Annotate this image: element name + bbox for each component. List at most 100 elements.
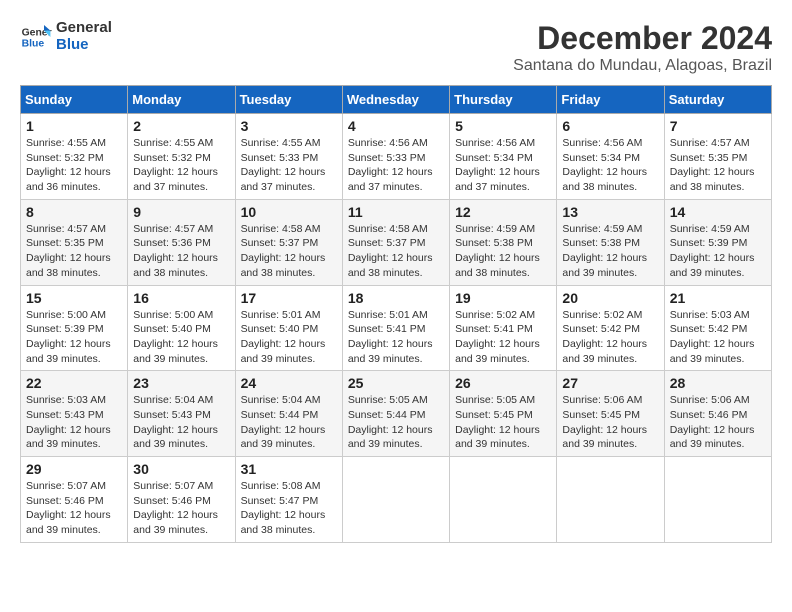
location-subtitle: Santana do Mundau, Alagoas, Brazil <box>513 57 772 75</box>
day-info: Sunrise: 4:59 AMSunset: 5:38 PMDaylight:… <box>562 222 658 281</box>
header-thursday: Thursday <box>450 86 557 114</box>
day-number: 2 <box>133 118 229 134</box>
day-number: 5 <box>455 118 551 134</box>
day-info: Sunrise: 4:56 AMSunset: 5:34 PMDaylight:… <box>562 136 658 195</box>
day-info: Sunrise: 4:57 AMSunset: 5:35 PMDaylight:… <box>26 222 122 281</box>
calendar-cell: 6 Sunrise: 4:56 AMSunset: 5:34 PMDaylight… <box>557 114 664 200</box>
day-number: 7 <box>670 118 766 134</box>
calendar-cell: 3 Sunrise: 4:55 AMSunset: 5:33 PMDaylight… <box>235 114 342 200</box>
day-info: Sunrise: 5:03 AMSunset: 5:42 PMDaylight:… <box>670 308 766 367</box>
day-info: Sunrise: 4:56 AMSunset: 5:33 PMDaylight:… <box>348 136 444 195</box>
calendar-cell: 2Sunrise: 4:55 AMSunset: 5:32 PMDaylight… <box>128 114 235 200</box>
calendar-cell: 7 Sunrise: 4:57 AMSunset: 5:35 PMDaylight… <box>664 114 771 200</box>
day-number: 15 <box>26 290 122 306</box>
day-info: Sunrise: 5:07 AMSunset: 5:46 PMDaylight:… <box>26 479 122 538</box>
calendar-header-row: Sunday Monday Tuesday Wednesday Thursday… <box>21 86 772 114</box>
month-title: December 2024 <box>513 20 772 57</box>
day-number: 1 <box>26 118 122 134</box>
day-info: Sunrise: 5:07 AMSunset: 5:46 PMDaylight:… <box>133 479 229 538</box>
calendar-cell: 17 Sunrise: 5:01 AMSunset: 5:40 PMDayligh… <box>235 285 342 371</box>
day-info: Sunrise: 4:57 AMSunset: 5:35 PMDaylight:… <box>670 136 766 195</box>
day-info: Sunrise: 5:04 AMSunset: 5:44 PMDaylight:… <box>241 393 337 452</box>
calendar-week-4: 22 Sunrise: 5:03 AMSunset: 5:43 PMDayligh… <box>21 371 772 457</box>
day-number: 20 <box>562 290 658 306</box>
day-info: Sunrise: 5:05 AMSunset: 5:44 PMDaylight:… <box>348 393 444 452</box>
day-info: Sunrise: 5:05 AMSunset: 5:45 PMDaylight:… <box>455 393 551 452</box>
day-info: Sunrise: 4:58 AMSunset: 5:37 PMDaylight:… <box>348 222 444 281</box>
calendar-cell: 8 Sunrise: 4:57 AMSunset: 5:35 PMDaylight… <box>21 199 128 285</box>
day-number: 16 <box>133 290 229 306</box>
day-number: 25 <box>348 375 444 391</box>
day-number: 18 <box>348 290 444 306</box>
day-info: Sunrise: 5:02 AMSunset: 5:41 PMDaylight:… <box>455 308 551 367</box>
calendar-cell: 25 Sunrise: 5:05 AMSunset: 5:44 PMDayligh… <box>342 371 449 457</box>
calendar-cell <box>450 457 557 543</box>
header-monday: Monday <box>128 86 235 114</box>
day-info: Sunrise: 4:56 AMSunset: 5:34 PMDaylight:… <box>455 136 551 195</box>
calendar-cell: 13 Sunrise: 4:59 AMSunset: 5:38 PMDayligh… <box>557 199 664 285</box>
day-number: 17 <box>241 290 337 306</box>
calendar-cell: 23 Sunrise: 5:04 AMSunset: 5:43 PMDayligh… <box>128 371 235 457</box>
calendar-cell: 26 Sunrise: 5:05 AMSunset: 5:45 PMDayligh… <box>450 371 557 457</box>
day-number: 12 <box>455 204 551 220</box>
day-number: 24 <box>241 375 337 391</box>
header-sunday: Sunday <box>21 86 128 114</box>
calendar-cell: 21 Sunrise: 5:03 AMSunset: 5:42 PMDayligh… <box>664 285 771 371</box>
page-header: General Blue General Blue December 2024 … <box>20 20 772 75</box>
calendar-week-2: 8 Sunrise: 4:57 AMSunset: 5:35 PMDaylight… <box>21 199 772 285</box>
day-number: 19 <box>455 290 551 306</box>
calendar-cell: 29 Sunrise: 5:07 AMSunset: 5:46 PMDayligh… <box>21 457 128 543</box>
day-info: Sunrise: 4:57 AMSunset: 5:36 PMDaylight:… <box>133 222 229 281</box>
day-number: 23 <box>133 375 229 391</box>
day-number: 4 <box>348 118 444 134</box>
calendar-cell: 18 Sunrise: 5:01 AMSunset: 5:41 PMDayligh… <box>342 285 449 371</box>
calendar-week-3: 15 Sunrise: 5:00 AMSunset: 5:39 PMDayligh… <box>21 285 772 371</box>
calendar-cell: 5 Sunrise: 4:56 AMSunset: 5:34 PMDaylight… <box>450 114 557 200</box>
day-number: 14 <box>670 204 766 220</box>
day-number: 31 <box>241 461 337 477</box>
header-tuesday: Tuesday <box>235 86 342 114</box>
day-number: 21 <box>670 290 766 306</box>
calendar-cell: 20Sunrise: 5:02 AMSunset: 5:42 PMDayligh… <box>557 285 664 371</box>
day-info: Sunrise: 4:55 AMSunset: 5:32 PMDaylight:… <box>26 136 122 195</box>
day-number: 8 <box>26 204 122 220</box>
day-number: 22 <box>26 375 122 391</box>
day-info: Sunrise: 5:08 AMSunset: 5:47 PMDaylight:… <box>241 479 337 538</box>
day-info: Sunrise: 4:58 AMSunset: 5:37 PMDaylight:… <box>241 222 337 281</box>
calendar-cell: 19 Sunrise: 5:02 AMSunset: 5:41 PMDayligh… <box>450 285 557 371</box>
logo: General Blue General Blue <box>20 20 112 53</box>
logo-wordmark: General Blue <box>56 20 112 53</box>
day-number: 6 <box>562 118 658 134</box>
day-info: Sunrise: 5:06 AMSunset: 5:45 PMDaylight:… <box>562 393 658 452</box>
title-area: December 2024 Santana do Mundau, Alagoas… <box>513 20 772 75</box>
day-info: Sunrise: 5:01 AMSunset: 5:40 PMDaylight:… <box>241 308 337 367</box>
day-info: Sunrise: 5:03 AMSunset: 5:43 PMDaylight:… <box>26 393 122 452</box>
day-number: 30 <box>133 461 229 477</box>
day-number: 29 <box>26 461 122 477</box>
day-number: 3 <box>241 118 337 134</box>
day-info: Sunrise: 5:04 AMSunset: 5:43 PMDaylight:… <box>133 393 229 452</box>
day-number: 28 <box>670 375 766 391</box>
svg-text:Blue: Blue <box>22 38 45 49</box>
calendar-cell: 12Sunrise: 4:59 AMSunset: 5:38 PMDayligh… <box>450 199 557 285</box>
day-info: Sunrise: 5:01 AMSunset: 5:41 PMDaylight:… <box>348 308 444 367</box>
day-info: Sunrise: 5:00 AMSunset: 5:39 PMDaylight:… <box>26 308 122 367</box>
day-info: Sunrise: 4:59 AMSunset: 5:39 PMDaylight:… <box>670 222 766 281</box>
day-number: 9 <box>133 204 229 220</box>
calendar-cell: 27Sunrise: 5:06 AMSunset: 5:45 PMDayligh… <box>557 371 664 457</box>
calendar-cell <box>342 457 449 543</box>
calendar-cell: 15 Sunrise: 5:00 AMSunset: 5:39 PMDayligh… <box>21 285 128 371</box>
calendar-cell: 30 Sunrise: 5:07 AMSunset: 5:46 PMDayligh… <box>128 457 235 543</box>
calendar-week-5: 29 Sunrise: 5:07 AMSunset: 5:46 PMDayligh… <box>21 457 772 543</box>
calendar-cell: 14 Sunrise: 4:59 AMSunset: 5:39 PMDayligh… <box>664 199 771 285</box>
calendar-cell: 1 Sunrise: 4:55 AMSunset: 5:32 PMDaylight… <box>21 114 128 200</box>
calendar-cell: 31 Sunrise: 5:08 AMSunset: 5:47 PMDayligh… <box>235 457 342 543</box>
day-number: 13 <box>562 204 658 220</box>
header-wednesday: Wednesday <box>342 86 449 114</box>
day-number: 26 <box>455 375 551 391</box>
calendar-week-1: 1 Sunrise: 4:55 AMSunset: 5:32 PMDaylight… <box>21 114 772 200</box>
calendar-cell <box>557 457 664 543</box>
day-info: Sunrise: 4:55 AMSunset: 5:33 PMDaylight:… <box>241 136 337 195</box>
calendar-cell: 11Sunrise: 4:58 AMSunset: 5:37 PMDayligh… <box>342 199 449 285</box>
day-number: 10 <box>241 204 337 220</box>
